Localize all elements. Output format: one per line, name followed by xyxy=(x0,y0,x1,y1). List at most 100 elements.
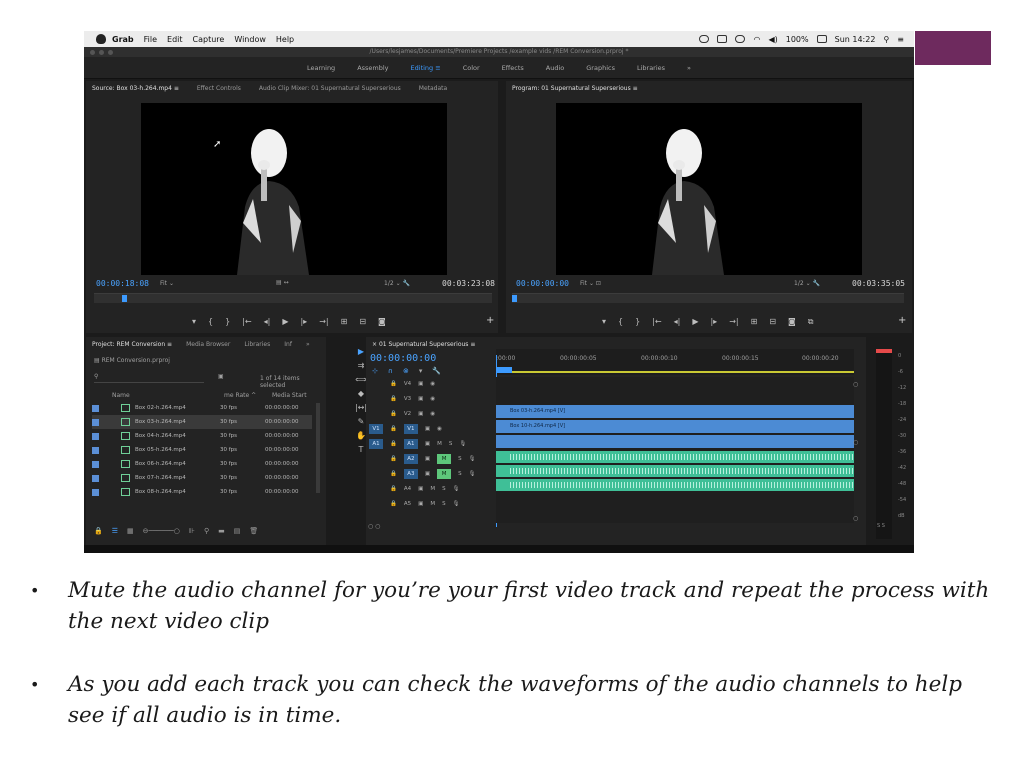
menu-window[interactable]: Window xyxy=(234,35,266,44)
eye-icon[interactable]: ◉ xyxy=(430,411,435,417)
zoom-slider[interactable]: ⊖──────○ xyxy=(143,527,180,535)
source-patch-v1[interactable]: V1 xyxy=(369,424,383,434)
mute-toggle-active[interactable]: M xyxy=(437,454,452,464)
sync-lock-icon[interactable]: ▣ xyxy=(425,456,430,462)
wifi-icon[interactable]: ◠ xyxy=(753,35,760,44)
lock-track-icon[interactable]: 🔒 xyxy=(390,501,397,507)
project-item-row[interactable]: Box 08-h.264.mp4 30 fps 00:00:00:00 xyxy=(92,485,312,499)
export-frame-icon[interactable]: ◙ xyxy=(378,317,386,326)
label-color-swatch[interactable] xyxy=(92,404,99,412)
voice-over-record-icon[interactable]: 🎙 xyxy=(453,486,460,492)
find-icon[interactable]: ⚲ xyxy=(204,527,209,535)
source-patch-toggle[interactable] xyxy=(369,409,383,419)
label-color-swatch[interactable] xyxy=(92,460,99,468)
tab-media-browser[interactable]: Media Browser xyxy=(186,341,230,348)
pen-tool-icon[interactable]: ✎ xyxy=(358,417,365,426)
source-add-button-icon[interactable]: + xyxy=(486,315,494,326)
timeline-ruler[interactable]: :00:00 00:00:00:05 00:00:00:10 00:00:00:… xyxy=(496,349,854,375)
menu-file[interactable]: File xyxy=(144,35,157,44)
track-select-tool-icon[interactable]: ⇉ xyxy=(358,361,365,370)
lock-track-icon[interactable]: 🔒 xyxy=(390,441,397,447)
label-color-swatch[interactable] xyxy=(92,474,99,482)
ripple-edit-tool-icon[interactable]: ⟺ xyxy=(355,375,366,384)
clock[interactable]: Sun 14:22 xyxy=(835,35,876,44)
notification-center-icon[interactable]: ≡ xyxy=(897,35,904,44)
creative-cloud-icon[interactable] xyxy=(699,35,710,43)
track-label[interactable]: A1 xyxy=(403,439,418,449)
video-clip-v3[interactable]: Box 03-h.264.mp4 [V] xyxy=(496,405,854,418)
project-item-row[interactable]: Box 04-h.264.mp4 30 fps 00:00:00:00 xyxy=(92,429,312,443)
program-add-button-icon[interactable]: + xyxy=(898,315,906,326)
audio-clip-a2[interactable] xyxy=(496,465,854,477)
project-item-row[interactable]: Box 05-h.264.mp4 30 fps 00:00:00:00 xyxy=(92,443,312,457)
go-to-in-icon[interactable]: |← xyxy=(652,317,661,327)
tab-program[interactable]: Program: 01 Supernatural Superserious ≡ xyxy=(512,85,638,92)
sync-lock-icon[interactable]: ▣ xyxy=(418,486,423,492)
program-scrub-bar[interactable] xyxy=(512,293,904,303)
workspace-effects[interactable]: Effects xyxy=(502,64,524,72)
lock-track-icon[interactable]: 🔒 xyxy=(390,381,397,387)
time-machine-icon[interactable] xyxy=(735,35,746,43)
tab-project[interactable]: Project: REM Conversion ≡ xyxy=(92,341,172,348)
lock-track-icon[interactable]: 🔒 xyxy=(390,426,397,432)
voice-over-record-icon[interactable]: 🎙 xyxy=(469,456,476,462)
solo-toggle[interactable]: S xyxy=(458,456,462,462)
hand-tool-icon[interactable]: ✋ xyxy=(356,431,366,440)
menu-app-grab[interactable]: Grab xyxy=(112,35,134,44)
clear-icon[interactable]: 🗑 xyxy=(249,527,258,535)
lock-track-icon[interactable]: 🔒 xyxy=(390,411,397,417)
menu-help[interactable]: Help xyxy=(276,35,294,44)
project-item-row-selected[interactable]: Box 03-h.264.mp4 30 fps 00:00:00:00 xyxy=(92,415,312,429)
new-item-icon[interactable]: ▤ xyxy=(234,527,241,535)
comparison-view-icon[interactable]: ⧉ xyxy=(808,317,814,327)
new-bin-icon[interactable]: ▬ xyxy=(218,527,225,535)
clip-indicator[interactable] xyxy=(876,349,892,353)
sync-lock-icon[interactable]: ▣ xyxy=(425,471,430,477)
menu-edit[interactable]: Edit xyxy=(167,35,183,44)
go-to-out-icon[interactable]: →| xyxy=(319,317,328,326)
tab-info[interactable]: Inf xyxy=(284,341,292,348)
project-search-input[interactable]: ⚲ xyxy=(94,373,204,383)
workspace-color[interactable]: Color xyxy=(463,64,480,72)
workspace-audio[interactable]: Audio xyxy=(546,64,564,72)
go-to-in-icon[interactable]: |← xyxy=(242,317,251,326)
new-bin-from-search-icon[interactable]: ▣ xyxy=(218,373,224,380)
eye-icon[interactable]: ◉ xyxy=(430,381,435,387)
volume-icon[interactable]: ◀) xyxy=(768,35,777,44)
source-settings-icon[interactable]: ▤ ↔ xyxy=(276,279,289,286)
close-window-icon[interactable] xyxy=(90,50,95,55)
step-forward-icon[interactable]: |▸ xyxy=(300,317,307,326)
source-timecode[interactable]: 00:00:18:08 xyxy=(96,279,149,288)
sort-icons-icon[interactable]: ⊪ xyxy=(189,527,195,535)
timeline-timecode[interactable]: 00:00:00:00 xyxy=(370,353,436,364)
solo-toggle[interactable]: S xyxy=(442,486,446,492)
type-tool-icon[interactable]: T xyxy=(359,445,364,454)
timeline-settings-icon[interactable]: 🔧 xyxy=(432,367,441,375)
eye-icon[interactable]: ◉ xyxy=(437,426,442,432)
tab-audio-clip-mixer[interactable]: Audio Clip Mixer: 01 Supernatural Supers… xyxy=(259,85,401,92)
mark-in-icon[interactable]: { xyxy=(208,317,213,326)
lock-track-icon[interactable]: 🔒 xyxy=(390,456,397,462)
workspace-libraries[interactable]: Libraries xyxy=(637,64,665,72)
audio-clip-a3[interactable] xyxy=(496,479,854,491)
project-scrollbar[interactable] xyxy=(316,403,320,493)
mute-toggle-active[interactable]: M xyxy=(437,469,452,479)
list-view-icon[interactable]: ☰ xyxy=(112,527,118,535)
audio-clip-a1[interactable] xyxy=(496,451,854,463)
tab-effect-controls[interactable]: Effect Controls xyxy=(197,85,241,92)
tab-source[interactable]: Source: Box 03-h.264.mp4 ≡ xyxy=(92,85,179,92)
program-video-frame[interactable] xyxy=(556,103,862,275)
tab-overflow-button[interactable]: » xyxy=(306,341,310,348)
source-patch-toggle[interactable] xyxy=(369,379,383,389)
source-fit-select[interactable]: Fit ⌄ xyxy=(160,280,174,287)
workspace-overflow-button[interactable]: » xyxy=(687,64,691,72)
mark-in-icon[interactable]: { xyxy=(618,317,623,327)
eye-icon[interactable]: ◉ xyxy=(430,396,435,402)
workspace-editing[interactable]: Editing ≡ xyxy=(411,64,441,72)
project-item-row[interactable]: Box 02-h.264.mp4 30 fps 00:00:00:00 xyxy=(92,401,312,415)
label-color-swatch[interactable] xyxy=(92,418,99,426)
source-patch-a1[interactable]: A1 xyxy=(369,439,383,449)
voice-over-record-icon[interactable]: 🎙 xyxy=(469,471,476,477)
apple-icon[interactable] xyxy=(96,34,106,44)
selection-tool-icon[interactable]: ▶ xyxy=(358,347,364,356)
